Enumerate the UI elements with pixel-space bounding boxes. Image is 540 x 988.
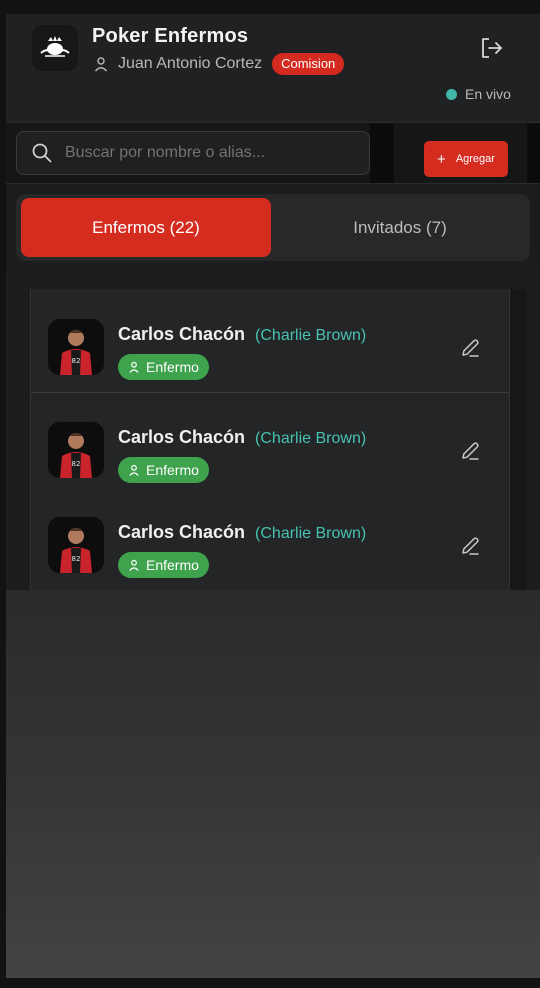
svg-text:82: 82 (72, 460, 81, 468)
logout-icon[interactable] (480, 37, 504, 59)
player-avatar: 82 (48, 422, 104, 478)
live-dot (446, 88, 457, 100)
user-icon (93, 56, 109, 72)
player-name: Carlos Chacón (118, 324, 246, 344)
current-user: Juan Antonio Cortez Comision (93, 53, 345, 75)
add-player-button[interactable]: + Agregar (424, 141, 508, 177)
tab-invitados[interactable]: Invitados (7) (275, 198, 525, 257)
empty-content-area (6, 590, 540, 978)
live-status: En vivo (465, 86, 511, 102)
status-label: Enfermo (146, 359, 199, 375)
add-button-label: Agregar (455, 153, 495, 165)
player-alias: (Charlie Brown) (255, 525, 367, 542)
svg-text:82: 82 (72, 357, 81, 365)
edit-icon[interactable] (459, 337, 481, 359)
player-row[interactable]: 82 Carlos Chacón (Charlie Brown) Enfermo (31, 290, 509, 393)
player-row[interactable]: 82 Carlos Chacón (Charlie Brown) Enfermo (31, 490, 509, 590)
player-name-line: Carlos Chacón (Charlie Brown) (118, 427, 366, 448)
player-name-line: Carlos Chacón (Charlie Brown) (118, 324, 366, 345)
live-indicator: En vivo (446, 86, 511, 102)
user-icon (129, 559, 139, 571)
edit-icon[interactable] (459, 440, 481, 462)
app-title: Poker Enfermos (92, 25, 249, 47)
tab-bar: Enfermos (22) Invitados (7) (16, 194, 530, 261)
plus-icon: + (437, 150, 446, 168)
svg-text:82: 82 (72, 555, 81, 563)
tab-enfermos[interactable]: Enfermos (22) (21, 198, 271, 257)
user-icon (129, 361, 139, 373)
player-avatar: 82 (48, 319, 104, 375)
status-badge: Enfermo (118, 354, 209, 380)
status-label: Enfermo (146, 462, 199, 478)
player-name: Carlos Chacón (118, 427, 246, 447)
player-name: Carlos Chacón (118, 522, 246, 542)
player-name-line: Carlos Chacón (Charlie Brown) (118, 522, 366, 543)
player-alias: (Charlie Brown) (255, 430, 367, 447)
status-label: Enfermo (146, 557, 199, 573)
search-input[interactable] (65, 144, 355, 162)
player-alias: (Charlie Brown) (255, 327, 367, 344)
toolbar-edge (527, 123, 540, 183)
role-badge: Comision (272, 53, 345, 75)
toolbar-divider (370, 123, 394, 183)
status-badge: Enfermo (118, 552, 209, 578)
user-name: Juan Antonio Cortez (118, 55, 263, 72)
player-row[interactable]: 82 Carlos Chacón (Charlie Brown) Enfermo (31, 394, 509, 497)
user-icon (129, 464, 139, 476)
player-avatar: 82 (48, 517, 104, 573)
list-shadow (510, 289, 527, 590)
status-badge: Enfermo (118, 457, 209, 483)
search-icon (31, 142, 53, 164)
search-box[interactable] (16, 131, 370, 175)
poker-club-logo-icon (32, 25, 78, 71)
edit-icon[interactable] (459, 535, 481, 557)
